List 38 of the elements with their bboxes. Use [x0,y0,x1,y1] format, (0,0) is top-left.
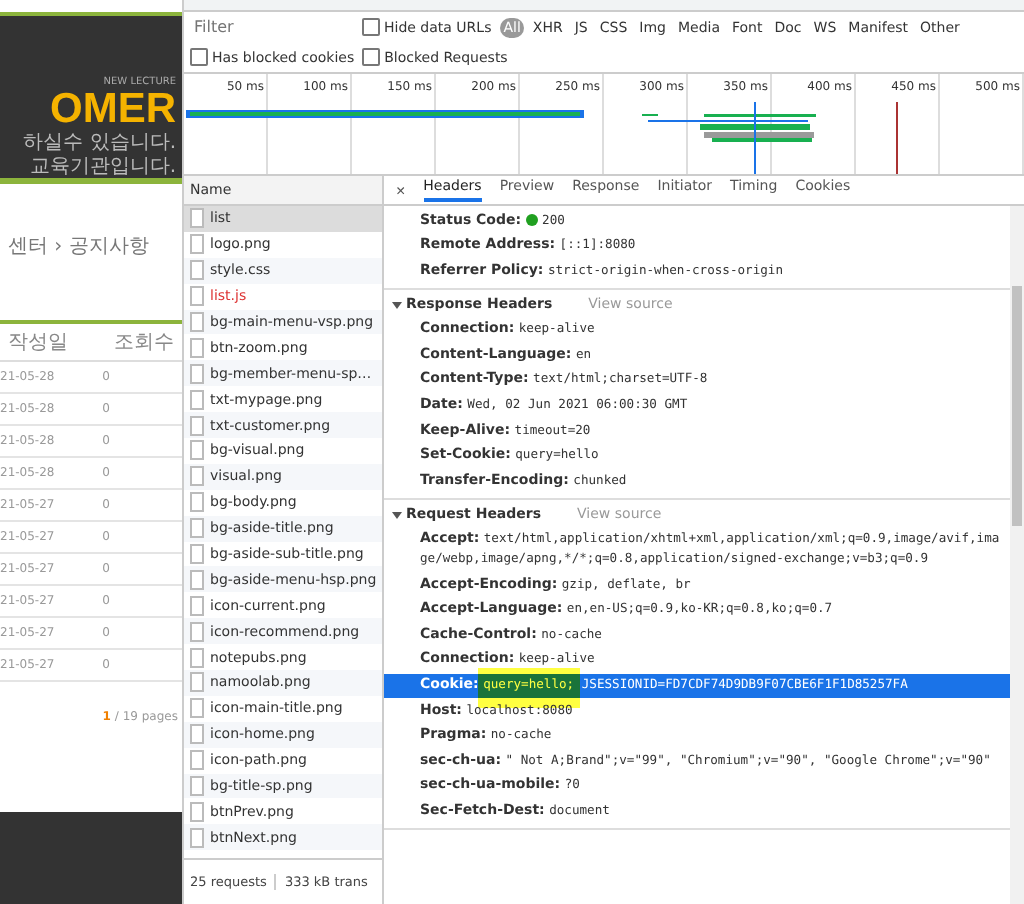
file-icon [190,234,204,255]
file-icon [190,827,204,848]
file-icon [190,776,204,797]
file-icon [190,415,204,436]
close-button[interactable]: × [396,181,406,199]
file-icon [190,621,204,642]
checkbox[interactable] [362,18,380,36]
banner-text: 하실수 있습니다. [23,132,176,156]
file-icon [190,260,204,281]
file-icon [190,569,204,590]
file-icon [190,750,204,771]
column-header: 조회수 [114,330,174,356]
file-icon [190,363,204,384]
file-icon [190,595,204,616]
file-icon [190,647,204,668]
scrollbar[interactable] [1010,206,1024,904]
triangle-icon [392,509,402,520]
file-icon [190,466,204,487]
triangle-icon [392,299,402,310]
file-icon [190,492,204,513]
file-icon [190,672,204,693]
file-icon [190,286,204,307]
file-icon [190,518,204,539]
status-dot [525,213,538,226]
file-icon [190,724,204,745]
file-icon [190,389,204,410]
checkbox[interactable] [190,48,208,66]
checkbox[interactable] [362,48,381,66]
file-icon [190,544,204,565]
file-icon [190,698,204,719]
file-icon [190,801,204,822]
column-header: 작성일 [8,330,68,356]
file-icon [190,312,204,332]
file-icon [190,337,204,358]
banner-text: 교육기관입니다. [29,156,176,180]
banner-title: OMER [50,88,176,132]
breadcrumb: 센터 › 공지사항 [8,234,151,260]
file-icon [190,440,204,461]
